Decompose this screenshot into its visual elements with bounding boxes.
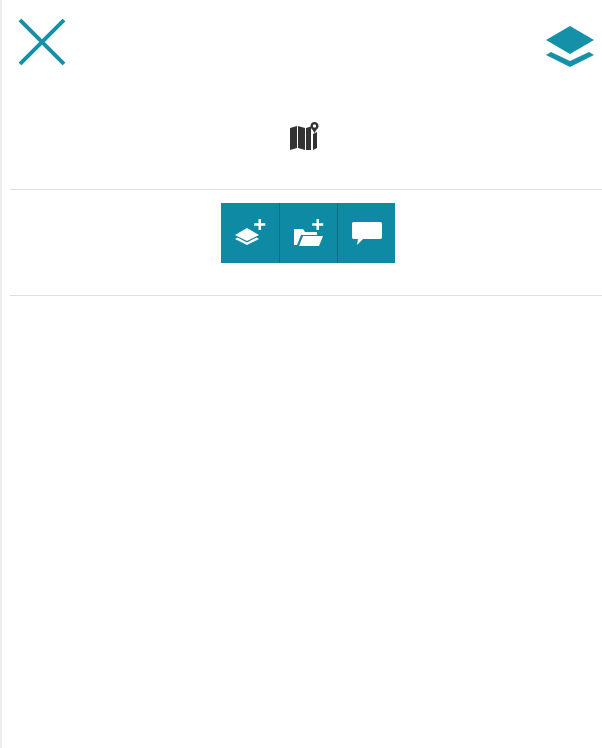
add-layer-icon [235,219,266,245]
layers-icon [546,26,594,67]
layers-button[interactable] [542,22,598,70]
comment-button[interactable] [337,203,395,263]
panel-content [2,296,602,748]
close-icon [18,18,66,66]
close-button[interactable] [16,16,68,68]
map-marker-icon [287,120,321,150]
add-folder-button[interactable] [279,203,337,263]
side-panel [0,0,602,748]
add-folder-icon [293,219,323,246]
comment-icon [351,222,382,245]
map-section [2,90,602,190]
action-toolbar [221,203,395,263]
panel-header [2,0,602,90]
add-layer-button[interactable] [221,203,279,263]
divider [10,189,602,190]
